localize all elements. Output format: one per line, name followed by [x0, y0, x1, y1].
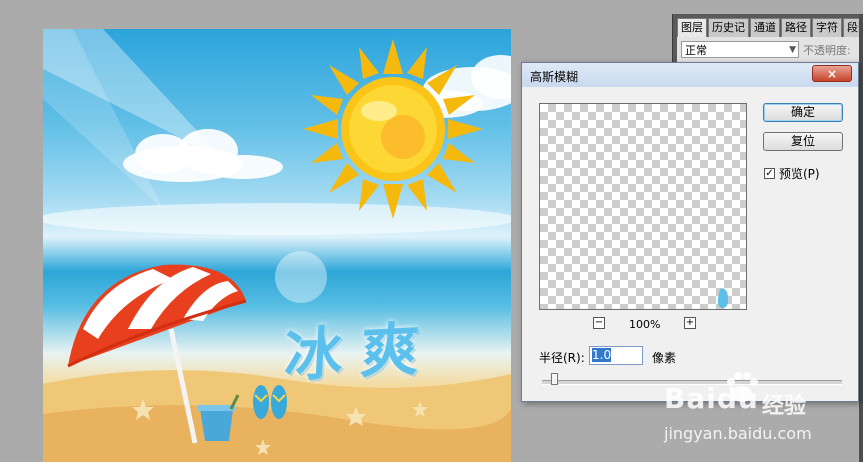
tab-character[interactable]: 字符: [812, 18, 842, 37]
watermark-url: jingyan.baidu.com: [664, 424, 812, 443]
watermark-brand: Baidu: [664, 382, 759, 415]
bokeh-light: [275, 251, 327, 303]
preview-checkbox-label: 预览(P): [779, 167, 820, 181]
artwork-title-text: 冰爽: [282, 314, 439, 390]
beach-illustration: [43, 29, 511, 462]
unit-label: 像素: [652, 351, 677, 365]
check-icon: ✓: [765, 168, 774, 179]
tab-history[interactable]: 历史记: [708, 18, 749, 37]
radius-input[interactable]: 1.0: [589, 346, 643, 365]
close-button[interactable]: ×: [812, 65, 852, 82]
radius-slider-thumb[interactable]: [551, 373, 558, 385]
plus-icon: +: [685, 317, 695, 328]
blur-preview[interactable]: [539, 103, 747, 310]
minus-icon: −: [594, 317, 604, 328]
document-canvas[interactable]: 冰爽: [43, 29, 511, 462]
blend-mode-select[interactable]: 正常 ▼: [681, 41, 799, 58]
gaussian-blur-dialog: 高斯模糊 × − 100% + 确定 复位 ✓ 预览(P) 半径(R): 1.0…: [521, 62, 859, 402]
radius-value: 1.0: [592, 348, 612, 362]
tab-layers[interactable]: 图层: [677, 18, 707, 37]
sun: [303, 39, 483, 219]
chevron-down-icon: ▼: [789, 45, 796, 55]
close-icon: ×: [826, 67, 838, 81]
blend-mode-value: 正常: [685, 44, 707, 57]
horizon-haze: [43, 203, 511, 235]
zoom-out-button[interactable]: −: [593, 317, 605, 329]
zoom-level: 100%: [629, 318, 661, 331]
tab-channels[interactable]: 通道: [750, 18, 780, 37]
preview-content: [717, 288, 729, 308]
watermark-brand-cn: 经验: [762, 394, 807, 419]
dialog-content: − 100% + 确定 复位 ✓ 预览(P) 半径(R): 1.0 像素: [522, 87, 858, 401]
tab-paths[interactable]: 路径: [781, 18, 811, 37]
dialog-titlebar[interactable]: 高斯模糊 ×: [522, 63, 858, 87]
layers-panel: 图层 历史记 通道 路径 字符 段落 正常 ▼ 不透明度:: [672, 14, 863, 64]
reset-button[interactable]: 复位: [763, 132, 843, 151]
zoom-in-button[interactable]: +: [684, 317, 696, 329]
radius-label: 半径(R):: [539, 351, 585, 365]
preview-checkbox[interactable]: ✓: [764, 168, 775, 179]
cloud: [123, 129, 283, 182]
ok-button[interactable]: 确定: [763, 103, 843, 122]
baidu-watermark: Baidu 经验 jingyan.baidu.com: [660, 368, 860, 458]
opacity-label: 不透明度:: [803, 44, 851, 57]
layers-panel-body: 正常 ▼ 不透明度:: [677, 37, 863, 64]
panel-tabs: 图层 历史记 通道 路径 字符 段落: [677, 18, 863, 37]
dialog-title: 高斯模糊: [530, 70, 579, 84]
